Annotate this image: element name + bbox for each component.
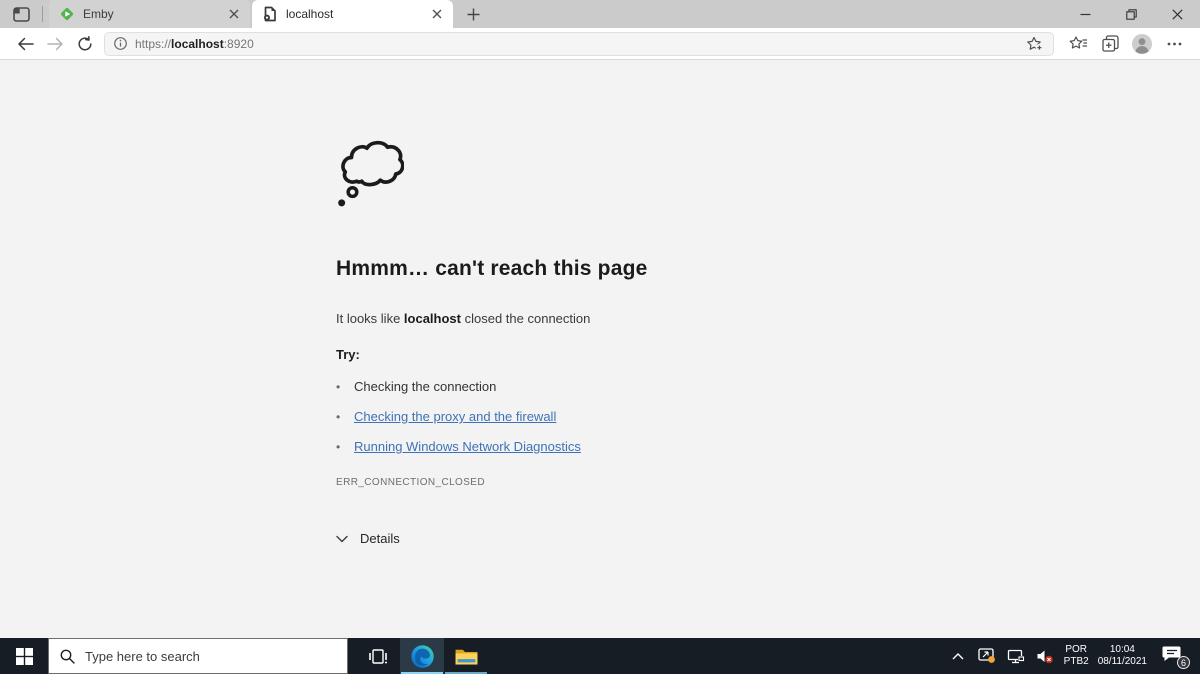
network-monitor-icon <box>1007 649 1024 663</box>
site-info-icon[interactable] <box>114 37 127 50</box>
tab-localhost-close-icon[interactable] <box>428 5 446 23</box>
refresh-button[interactable] <box>70 30 100 58</box>
error-message: It looks like localhost closed the conne… <box>336 311 896 326</box>
try-label: Try: <box>336 347 360 362</box>
error-message-prefix: It looks like <box>336 311 404 326</box>
task-view-icon <box>369 648 387 664</box>
taskbar-search-box[interactable] <box>48 638 348 674</box>
tab-emby[interactable]: Emby <box>49 0 250 28</box>
forward-icon <box>46 37 63 50</box>
thought-cloud-icon <box>338 140 405 207</box>
url-scheme: https:// <box>135 36 172 51</box>
tab-localhost-label: localhost <box>286 7 334 21</box>
chevron-down-icon <box>336 535 348 542</box>
keyboard-layout: PTB2 <box>1063 656 1089 667</box>
add-favorite-star-icon[interactable] <box>1026 36 1044 52</box>
windows-taskbar: POR PTB2 10:04 08/11/2021 6 <box>0 638 1200 674</box>
window-minimize-button[interactable] <box>1062 0 1108 28</box>
emby-logo-icon <box>60 7 74 21</box>
bullet-glyph: • <box>336 410 341 424</box>
error-message-host: localhost <box>403 311 461 326</box>
error-title: Hmmm… can't reach this page <box>336 257 648 280</box>
window-close-button[interactable] <box>1154 0 1200 28</box>
favorites-button[interactable] <box>1062 30 1094 58</box>
details-label: Details <box>360 531 400 546</box>
titlebar-divider <box>42 6 43 22</box>
back-icon <box>17 37 34 50</box>
tray-network-icon[interactable] <box>1006 646 1026 666</box>
page-content: Hmmm… can't reach this page It looks lik… <box>0 60 1200 638</box>
clock-date: 08/11/2021 <box>1097 656 1147 667</box>
speaker-muted-icon <box>1037 650 1053 663</box>
start-button[interactable] <box>0 638 48 674</box>
tray-language-indicator[interactable]: POR PTB2 <box>1064 644 1089 668</box>
page-document-icon <box>264 6 276 22</box>
edge-logo-icon <box>410 644 434 668</box>
bullet-glyph: • <box>336 380 341 394</box>
new-tab-button[interactable] <box>459 0 487 28</box>
bullet-glyph: • <box>336 440 341 454</box>
tray-volume-muted-icon[interactable] <box>1035 646 1055 666</box>
profile-button[interactable] <box>1126 30 1158 58</box>
link-network-diagnostics[interactable]: Running Windows Network Diagnostics <box>354 439 581 454</box>
chevron-up-icon <box>952 652 964 659</box>
tray-app-alert-icon[interactable] <box>977 646 997 666</box>
list-item: • Checking the proxy and the firewall <box>336 409 896 424</box>
tab-actions-icon <box>12 6 30 22</box>
tray-clock[interactable]: 10:04 08/11/2021 <box>1098 644 1147 668</box>
suggestion-list: • Checking the connection • Checking the… <box>336 379 896 454</box>
browser-titlebar: Emby localhost <box>0 0 1200 28</box>
tray-show-hidden-icons-button[interactable] <box>948 646 968 666</box>
action-center-button[interactable]: 6 <box>1162 645 1190 669</box>
taskbar-edge-button[interactable] <box>400 638 444 674</box>
tab-emby-label: Emby <box>83 7 114 21</box>
language-code: POR <box>1065 644 1088 655</box>
collections-icon <box>1101 35 1119 52</box>
window-controls <box>1062 0 1200 28</box>
url-host: localhost <box>171 36 224 51</box>
refresh-icon <box>78 35 92 50</box>
search-magnifier-icon <box>60 649 75 664</box>
list-item: • Checking the connection <box>336 379 896 394</box>
url-port: :8920 <box>223 36 254 51</box>
url-text[interactable]: https://localhost:8920 <box>135 37 254 51</box>
windows-start-icon <box>15 647 33 665</box>
device-alert-icon <box>978 648 995 663</box>
taskbar-file-explorer-button[interactable] <box>444 638 488 674</box>
tab-localhost[interactable]: localhost <box>252 0 453 28</box>
clock-time: 10:04 <box>1109 644 1135 655</box>
error-code: ERR_CONNECTION_CLOSED <box>336 477 485 488</box>
browser-toolbar: https://localhost:8920 <box>0 28 1200 60</box>
collections-button[interactable] <box>1094 30 1126 58</box>
details-toggle[interactable]: Details <box>336 531 896 546</box>
back-button[interactable] <box>10 30 40 58</box>
tab-emby-close-icon[interactable] <box>225 5 243 23</box>
address-bar[interactable]: https://localhost:8920 <box>104 31 1054 56</box>
error-message-suffix: closed the connection <box>461 311 591 326</box>
system-tray: POR PTB2 10:04 08/11/2021 6 <box>948 638 1200 674</box>
taskbar-search-input[interactable] <box>85 648 315 664</box>
notification-count-badge: 6 <box>1177 656 1190 669</box>
window-restore-button[interactable] <box>1108 0 1154 28</box>
error-container: Hmmm… can't reach this page It looks lik… <box>336 140 896 546</box>
profile-avatar-icon <box>1132 33 1152 54</box>
forward-button[interactable] <box>40 30 70 58</box>
new-tab-icon <box>467 8 479 20</box>
settings-and-more-button[interactable] <box>1158 30 1190 58</box>
suggestion-checking-connection: Checking the connection <box>354 379 497 394</box>
task-view-button[interactable] <box>356 638 400 674</box>
list-item: • Running Windows Network Diagnostics <box>336 439 896 454</box>
file-explorer-icon <box>455 649 477 665</box>
link-proxy-firewall[interactable]: Checking the proxy and the firewall <box>354 409 556 424</box>
favorites-icon <box>1069 36 1087 49</box>
more-ellipsis-icon <box>1167 42 1181 45</box>
tab-actions-menu-button[interactable] <box>0 0 42 28</box>
